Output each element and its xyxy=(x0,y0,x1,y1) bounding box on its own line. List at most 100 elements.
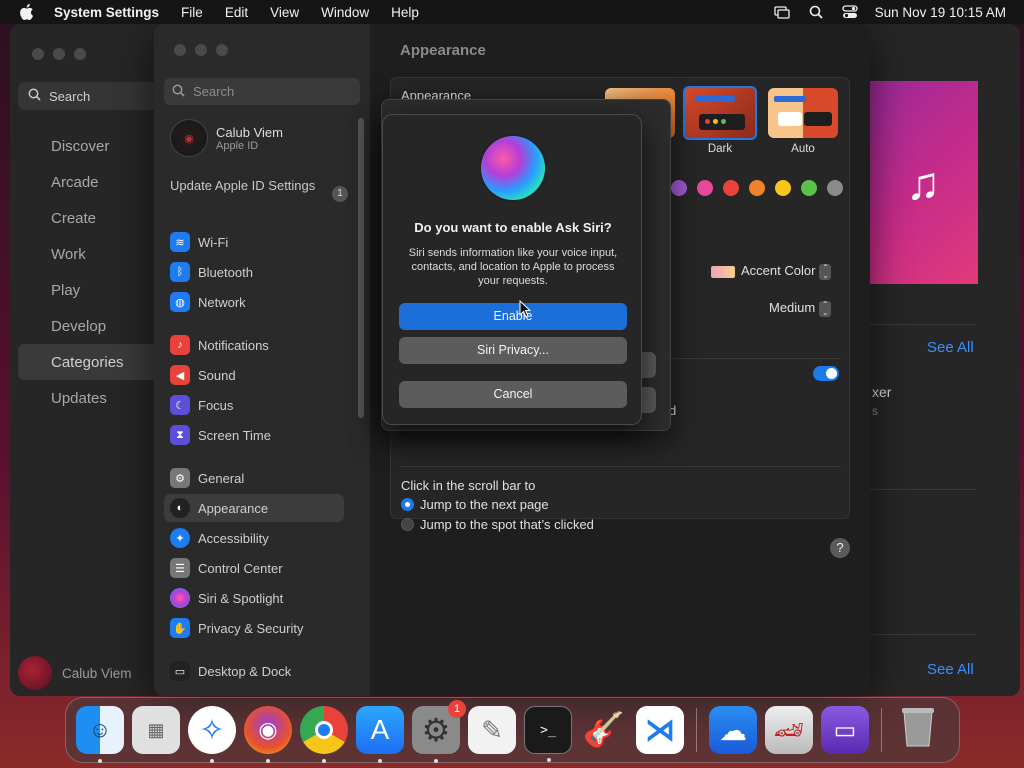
radio-next-page[interactable] xyxy=(401,498,414,511)
menu-help[interactable]: Help xyxy=(391,5,419,20)
dock-trash[interactable] xyxy=(894,706,942,754)
settings-search-input[interactable]: Search xyxy=(164,78,360,105)
appearance-dark-thumbnail[interactable] xyxy=(683,86,757,140)
store-nav-develop[interactable]: Develop xyxy=(18,308,168,344)
close-button[interactable] xyxy=(174,44,186,56)
sidebar-item-bluetooth[interactable]: ᛒ Bluetooth xyxy=(164,258,344,286)
siri-privacy-button[interactable]: Siri Privacy... xyxy=(399,337,627,364)
sidebar-item-control-center[interactable]: ☰ Control Center xyxy=(164,554,344,582)
store-nav-work[interactable]: Work xyxy=(18,236,168,272)
sidebar-item-focus[interactable]: ☾ Focus xyxy=(164,391,344,419)
wifi-icon: ≋ xyxy=(170,232,190,252)
store-nav-discover[interactable]: Discover xyxy=(18,128,168,164)
dock-configurator[interactable]: ▭ xyxy=(821,706,869,754)
running-indicator xyxy=(547,758,551,762)
control-center-icon: ☰ xyxy=(170,558,190,578)
accent-swatch-graphite[interactable] xyxy=(827,180,843,196)
see-all-link[interactable]: See All xyxy=(927,339,974,356)
dock-finder[interactable]: ☺ xyxy=(76,706,124,763)
zoom-button[interactable] xyxy=(216,44,228,56)
menu-datetime[interactable]: Sun Nov 19 10:15 AM xyxy=(875,5,1006,20)
dock-app-store[interactable]: A xyxy=(356,706,404,763)
screen-mirroring-icon[interactable] xyxy=(773,5,791,19)
dialog-message: Siri sends information like your voice i… xyxy=(408,247,618,287)
accent-gradient-swatch xyxy=(711,265,735,278)
zoom-button[interactable] xyxy=(74,48,86,60)
accent-swatch-yellow[interactable] xyxy=(775,180,791,196)
running-indicator xyxy=(322,759,326,763)
sidebar-item-privacy-security[interactable]: ✋ Privacy & Security xyxy=(164,614,344,642)
accent-swatch-green[interactable] xyxy=(801,180,817,196)
store-nav-play[interactable]: Play xyxy=(18,272,168,308)
dock-separator xyxy=(696,708,697,752)
sidebar-item-label: Focus xyxy=(198,397,234,413)
store-nav-arcade[interactable]: Arcade xyxy=(18,164,168,200)
sidebar-scrollbar[interactable] xyxy=(358,118,364,418)
dock: ☺ ▦ ✧ ◉ A ⚙ 1 ✎ >_ 🎸 ⋊ ☁ 🏎 ▭ xyxy=(65,697,960,763)
dock-launchpad[interactable]: ▦ xyxy=(132,706,180,754)
store-nav-updates[interactable]: Updates xyxy=(18,380,168,416)
minimize-button[interactable] xyxy=(195,44,207,56)
store-user-name: Calub Viem xyxy=(62,665,132,681)
sidebar-item-screen-time[interactable]: ⧗ Screen Time xyxy=(164,421,344,449)
sidebar-icon-size-select[interactable]: Medium ⌃ ⌄ xyxy=(769,300,832,317)
minimize-button[interactable] xyxy=(53,48,65,60)
configurator-icon: ▭ xyxy=(833,716,857,744)
update-apple-id-item[interactable]: Update Apple ID Settings 1 xyxy=(170,178,350,202)
store-nav-create[interactable]: Create xyxy=(18,200,168,236)
radio-spot-clicked-label[interactable]: Jump to the spot that’s clicked xyxy=(420,517,594,532)
dock-chrome[interactable] xyxy=(300,706,348,763)
accent-swatch-pink[interactable] xyxy=(697,180,713,196)
sidebar-item-siri-spotlight[interactable]: Siri & Spotlight xyxy=(164,584,344,612)
see-all-link[interactable]: See All xyxy=(927,661,974,678)
sidebar-item-accessibility[interactable]: ✦ Accessibility xyxy=(164,524,344,552)
enable-button[interactable]: Enable xyxy=(399,303,627,330)
dock-terminal[interactable]: >_ xyxy=(524,706,572,762)
menu-app-name[interactable]: System Settings xyxy=(54,5,159,20)
spotlight-search-icon[interactable] xyxy=(807,5,825,19)
control-center-icon[interactable] xyxy=(841,5,859,19)
apple-id-profile[interactable]: ◉ Calub Viem Apple ID xyxy=(170,119,283,157)
help-button[interactable]: ? xyxy=(830,538,850,558)
cancel-button[interactable]: Cancel xyxy=(399,381,627,408)
radio-spot-clicked[interactable] xyxy=(401,518,414,531)
highlight-color-select[interactable]: Accent Color ⌃ ⌄ xyxy=(711,263,832,280)
menu-file[interactable]: File xyxy=(181,5,203,20)
dock-textedit[interactable]: ✎ xyxy=(468,706,516,754)
textedit-icon: ✎ xyxy=(481,714,503,745)
music-notes-icon: ♫ xyxy=(905,156,941,209)
store-search-input[interactable]: Search xyxy=(18,82,168,110)
store-app-title-partial[interactable]: xer xyxy=(872,384,891,400)
dock-weather[interactable]: ☁ xyxy=(709,706,757,754)
music-hero-banner[interactable]: ♫ xyxy=(868,81,978,284)
dock-garageband[interactable]: 🎸 xyxy=(580,706,628,754)
radio-next-page-label[interactable]: Jump to the next page xyxy=(420,497,549,512)
dock-system-settings[interactable]: ⚙ 1 xyxy=(412,700,466,763)
accent-swatch-purple[interactable] xyxy=(671,180,687,196)
sidebar-item-notifications[interactable]: ♪ Notifications xyxy=(164,331,344,359)
wallpaper-tinting-toggle[interactable] xyxy=(813,366,839,381)
dock-vscode[interactable]: ⋊ xyxy=(636,706,684,754)
store-account[interactable]: Calub Viem xyxy=(18,656,132,690)
menu-edit[interactable]: Edit xyxy=(225,5,248,20)
sidebar-item-network[interactable]: ◍ Network xyxy=(164,288,344,316)
sidebar-item-appearance[interactable]: ◐ Appearance xyxy=(164,494,344,522)
sidebar-item-sound[interactable]: ◀ Sound xyxy=(164,361,344,389)
dock-asphalt[interactable]: 🏎 xyxy=(765,706,813,754)
sidebar-item-desktop-dock[interactable]: ▭ Desktop & Dock xyxy=(164,657,344,685)
settings-traffic-lights xyxy=(174,44,228,56)
menu-view[interactable]: View xyxy=(270,5,299,20)
apple-logo-icon[interactable] xyxy=(18,3,36,21)
dock-firefox[interactable]: ◉ xyxy=(244,706,292,763)
sidebar-item-label: Privacy & Security xyxy=(198,620,304,636)
accent-swatch-red[interactable] xyxy=(723,180,739,196)
store-nav-categories[interactable]: Categories xyxy=(18,344,168,380)
close-button[interactable] xyxy=(32,48,44,60)
menu-window[interactable]: Window xyxy=(321,5,369,20)
dock-safari[interactable]: ✧ xyxy=(188,706,236,763)
sidebar-item-general[interactable]: ⚙ General xyxy=(164,464,344,492)
sidebar-item-label: Accessibility xyxy=(198,530,269,546)
accent-swatch-orange[interactable] xyxy=(749,180,765,196)
appearance-auto-thumbnail[interactable] xyxy=(768,88,838,138)
sidebar-item-wifi[interactable]: ≋ Wi-Fi xyxy=(164,228,344,256)
